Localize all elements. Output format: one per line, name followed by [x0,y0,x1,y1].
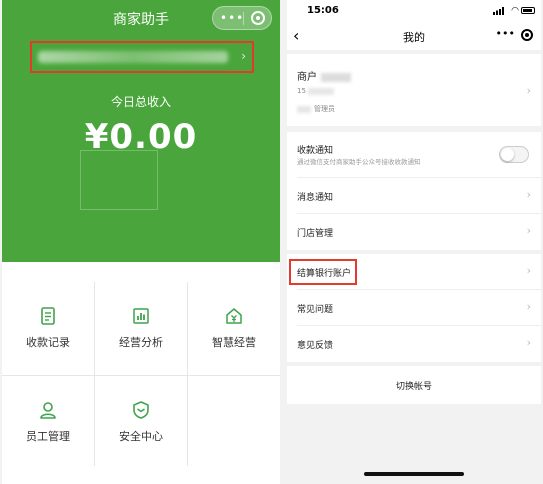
chevron-right-icon: › [526,264,531,277]
redacted-role-prefix [297,105,311,113]
row-store-management[interactable]: 门店管理 › [287,214,541,250]
grid-divider [94,282,95,466]
grid-divider [2,375,280,376]
row-label: 意见反馈 [297,341,334,351]
redacted-id [307,87,334,95]
grid-item-label: 安全中心 [119,430,163,443]
row-label: 门店管理 [297,229,334,239]
status-time: 15:06 [307,5,339,16]
nav-bar: ‹ 我的 ••• [287,22,541,50]
miniprogram-capsule[interactable]: ••• [212,6,272,30]
account-role: 管理员 [297,104,335,114]
highlight-box [289,259,357,285]
merchant-name-redacted [38,51,228,63]
merchant-home-screen: 商家助手 ••• › 今日总收入 ¥0.00 收款记录 经营分析 智慧经营 员工… [2,0,280,484]
account-name: 商户 [297,68,351,83]
row-feedback[interactable]: 意见反馈 › [287,326,541,362]
background-decoration [80,150,158,210]
grid-item-security-center[interactable]: 安全中心 [95,376,187,468]
grid-item-label: 智慧经营 [212,336,256,349]
grid-item-label: 员工管理 [26,430,70,443]
close-miniprogram-icon[interactable] [251,11,265,25]
switch-account-button[interactable]: 切换帐号 [287,379,541,392]
shield-icon [133,401,149,419]
user-icon [40,402,56,419]
account-id: 15 [297,87,334,95]
grid-item-label: 收款记录 [26,336,70,349]
grid-divider [187,282,188,466]
chevron-right-icon: › [526,188,531,201]
payment-notify-toggle[interactable] [499,146,529,163]
chevron-right-icon: › [526,300,531,313]
receipt-icon [41,307,55,325]
payment-notify-title: 收款通知 [297,146,334,156]
grid-item-label: 经营分析 [119,336,163,349]
grid-item-payment-records[interactable]: 收款记录 [2,282,94,374]
chevron-right-icon: › [526,224,531,237]
chevron-right-icon: › [526,336,531,349]
grid-item-business-analysis[interactable]: 经营分析 [95,282,187,374]
smart-shop-icon [226,308,242,324]
redacted-name [321,72,351,82]
wifi-icon: ◠ [511,6,519,16]
chevron-right-icon: › [241,49,246,63]
grid-item-smart-operation[interactable]: 智慧经营 [188,282,280,374]
more-icon[interactable]: ••• [220,11,244,25]
row-label: 常见问题 [297,305,334,315]
payment-notify-desc: 通过微信支付商家助手公众号接收收款通知 [297,158,421,166]
income-header: 商家助手 ••• › 今日总收入 ¥0.00 [2,0,280,262]
account-id-prefix: 15 [297,87,306,95]
account-name-prefix: 商户 [297,72,317,83]
row-faq[interactable]: 常见问题 › [287,290,541,326]
my-profile-screen: 15:06 ◠ ‹ 我的 ••• 商户 15 管理员 › 消息通知 › 门店管理… [287,0,541,484]
capsule-divider [243,12,244,25]
account-role-text: 管理员 [314,105,335,113]
feature-grid: 收款记录 经营分析 智慧经营 员工管理 安全中心 [2,282,280,466]
merchant-selector[interactable]: › [30,41,254,73]
signal-icon [493,7,504,15]
battery-icon [521,7,535,14]
status-bar: 15:06 ◠ [287,0,541,22]
row-label: 消息通知 [297,193,334,203]
row-message-notify[interactable]: 消息通知 › [287,178,541,214]
home-indicator [364,472,464,476]
close-miniprogram-icon[interactable] [521,29,533,41]
chevron-right-icon: › [526,84,531,97]
more-icon[interactable]: ••• [496,27,515,40]
grid-item-staff-management[interactable]: 员工管理 [2,376,94,468]
bar-chart-icon [133,308,149,324]
income-label: 今日总收入 [110,95,171,109]
